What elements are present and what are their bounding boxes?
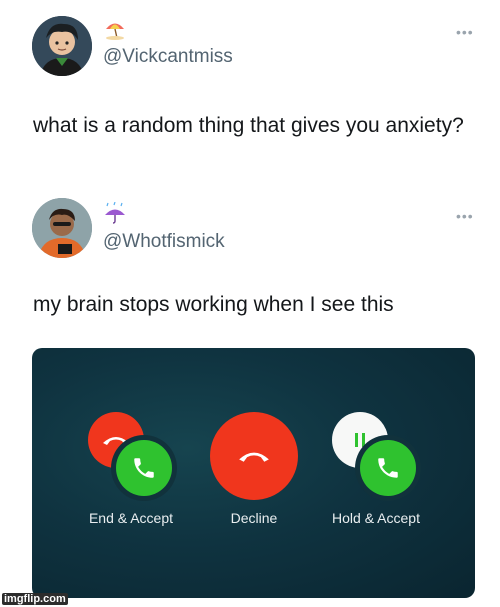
end-and-accept-label: End & Accept bbox=[88, 510, 174, 526]
umbrella-on-ground-icon bbox=[104, 18, 126, 45]
umbrella-with-rain-icon bbox=[104, 201, 126, 229]
pause-icon bbox=[355, 433, 365, 447]
decline-button[interactable] bbox=[210, 412, 298, 500]
tweet1-more-options[interactable]: ••• bbox=[456, 24, 474, 40]
phone-hangup-icon bbox=[239, 452, 269, 462]
tweet1-text: what is a random thing that gives you an… bbox=[33, 114, 464, 137]
hold-and-accept-label: Hold & Accept bbox=[332, 510, 420, 526]
tweet2-text: my brain stops working when I see this bbox=[33, 293, 394, 316]
end-and-accept-button[interactable] bbox=[116, 440, 172, 496]
tweet1-handle[interactable]: @Vickcantmiss bbox=[103, 46, 233, 68]
hold-and-accept-button[interactable] bbox=[360, 440, 416, 496]
decline-label: Decline bbox=[230, 510, 278, 526]
tweet2-more-options[interactable]: ••• bbox=[456, 208, 474, 224]
avatar-vickcantmiss[interactable] bbox=[32, 16, 92, 76]
imgflip-watermark: imgflip.com bbox=[2, 593, 68, 605]
tweet2-handle[interactable]: @Whotfismick bbox=[103, 231, 225, 253]
phone-icon bbox=[134, 458, 154, 478]
incoming-call-screenshot: End & Accept Decline Hold & Accept bbox=[32, 348, 475, 598]
phone-icon bbox=[378, 458, 398, 478]
avatar-whotfismick[interactable] bbox=[32, 198, 92, 258]
